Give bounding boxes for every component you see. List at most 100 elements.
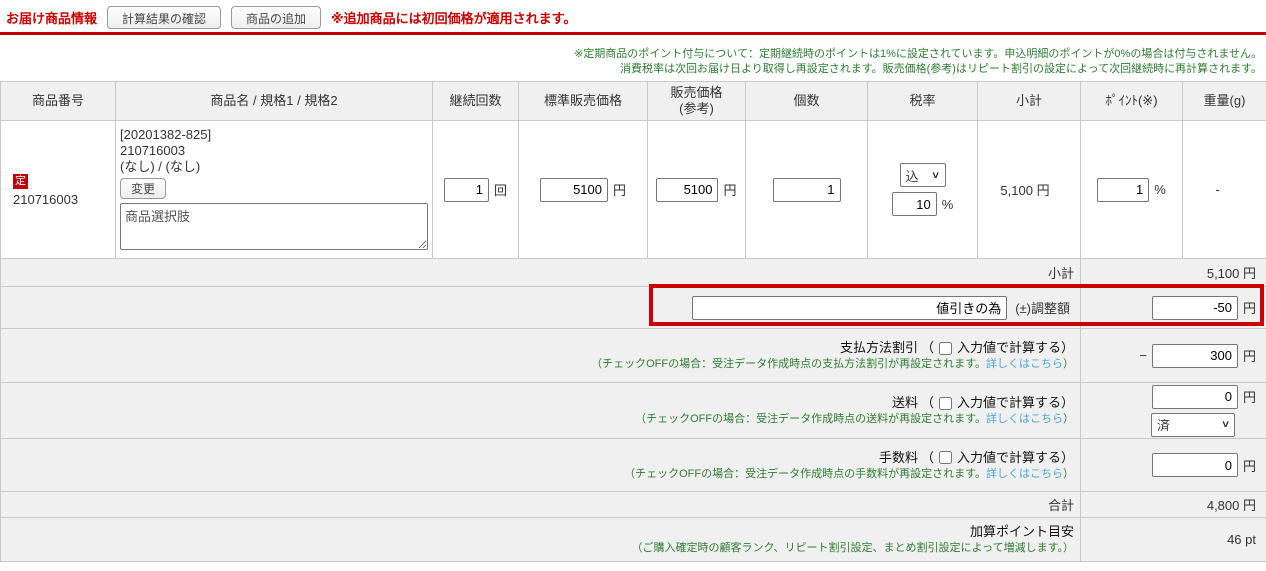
points-label-cell: 加算ポイント目安 （ご購入確定時の顧客ランク、リピート割引設定、まとめ割引設定に… [0,517,1081,562]
points-label: 加算ポイント目安 [969,524,1074,539]
product-name-cell: [20201382-825] 210716003 (なし) / (なし) 変更 … [115,120,433,259]
continue-unit: 回 [493,183,507,198]
shipping-help-link[interactable]: 詳しくはこちら [986,413,1063,425]
yen-label: 円 [612,183,626,198]
fee-label-cell: 手数料 （ 入力値で計算する） （チェックOFFの場合：受注データ作成時点の手数… [0,438,1081,492]
product-number: 210716003 [13,192,79,207]
col-continue-count: 継続回数 [432,81,519,121]
paren: （ [920,395,934,410]
chevron-down-icon: ∨ [1220,419,1231,430]
note-line-1: ※定期商品のポイント付与について：定期継続時のポイントは1%に設定されています。… [574,48,1262,60]
total-value: 4,800 円 [1080,491,1266,518]
col-quantity: 個数 [745,81,868,121]
sale-price-input[interactable] [656,177,719,202]
total-row: 合計 4,800 円 [0,491,1266,518]
fee-help-link[interactable]: 詳しくはこちら [986,468,1063,480]
shipping-value-cell: 円 済∨ [1080,382,1266,439]
shipping-note: （チェックOFFの場合：受注データ作成時点の送料が再設定されます。 [635,413,986,425]
fee-value-cell: 円 [1080,438,1266,492]
tax-rate-input[interactable] [891,192,937,216]
continue-count-cell: 回 [432,120,519,259]
shipping-label-cell: 送料 （ 入力値で計算する） （チェックOFFの場合：受注データ作成時点の送料が… [0,382,1081,439]
product-row: 定 210716003 [20201382-825] 210716003 (なし… [0,120,1266,259]
payment-discount-label-cell: 支払方法割引 （ 入力値で計算する） （チェックOFFの場合：受注データ作成時点… [0,328,1081,383]
col-standard-price: 標準販売価格 [518,81,648,121]
fee-label: 手数料 [878,449,918,465]
line-subtotal: 5,100 円 [977,120,1081,259]
policy-notes: ※定期商品のポイント付与について：定期継続時のポイントは1%に設定されています。… [0,47,1266,77]
yen-label: 円 [1242,349,1256,364]
col-subtotal: 小計 [977,81,1081,121]
minus-sign: − [1139,348,1147,363]
subtotal-value: 5,100 円 [1080,258,1266,287]
quantity-input[interactable] [772,177,841,202]
product-number-cell: 定 210716003 [0,120,116,259]
point-input[interactable] [1097,177,1150,202]
fee-row: 手数料 （ 入力値で計算する） （チェックOFFの場合：受注データ作成時点の手数… [0,438,1266,492]
tax-rate-cell: 込∨ % [867,120,978,259]
product-specs: (なし) / (なし) [120,159,201,174]
checkbox-text: 入力値で計算する） [956,449,1074,465]
product-name: 210716003 [120,143,186,158]
paren: （ [920,340,934,355]
yen-label: 円 [1242,301,1256,316]
payment-discount-input[interactable] [1151,343,1238,368]
tax-include-select[interactable]: 込 ∨ [899,163,946,187]
adjustment-value-cell: 円 [1080,286,1266,329]
points-row: 加算ポイント目安 （ご購入確定時の顧客ランク、リピート割引設定、まとめ割引設定に… [0,517,1266,562]
adjustment-row: (±)調整額 円 [0,286,1266,329]
change-product-button[interactable]: 変更 [120,178,167,199]
subtotal-label: 小計 [0,258,1081,287]
standard-price-cell: 円 [518,120,648,259]
section-title: お届け商品情報 [6,10,98,26]
continue-count-input[interactable] [443,177,489,202]
yen-label: 円 [723,183,737,198]
total-label: 合計 [0,491,1081,518]
product-bracket-code: [20201382-825] [120,127,212,142]
chevron-down-icon: ∨ [931,169,941,181]
shipping-amount-input[interactable] [1151,384,1238,409]
adjustment-amount-input[interactable] [1151,295,1238,320]
note-line-2: 消費税率は次回お届け日より取得し再設定されます。販売価格(参考)はリピート割引の… [619,63,1262,75]
yen-label: 円 [1242,390,1256,405]
col-weight: 重量(g) [1182,81,1266,121]
checkbox-text: 入力値で計算する） [956,340,1074,355]
quantity-cell [745,120,868,259]
product-option-textarea[interactable]: 商品選択肢 [120,203,428,250]
header-row: 商品番号 商品名 / 規格1 / 規格2 継続回数 標準販売価格 販売価格 (参考… [0,81,1266,121]
order-items-table: 商品番号 商品名 / 規格1 / 規格2 継続回数 標準販売価格 販売価格 (参考… [0,81,1266,562]
toolbar: お届け商品情報 計算結果の確認 商品の追加 ※追加商品には初回価格が適用されます… [0,0,1266,32]
adjustment-reason-input[interactable] [692,295,1008,320]
sale-price-cell: 円 [647,120,746,259]
fee-amount-input[interactable] [1151,453,1238,477]
points-note: （ご購入確定時の顧客ランク、リピート割引設定、まとめ割引設定によって増減します。… [631,542,1074,554]
col-tax-rate: 税率 [867,81,978,121]
tax-include-value: 込 [905,168,919,184]
col-sale-price: 販売価格 (参考) [647,81,746,121]
payment-discount-row: 支払方法割引 （ 入力値で計算する） （チェックOFFの場合：受注データ作成時点… [0,328,1266,383]
order-items-table-wrap: 商品番号 商品名 / 規格1 / 規格2 継続回数 標準販売価格 販売価格 (参考… [0,81,1266,562]
adjustment-label: (±)調整額 [1015,301,1070,316]
shipping-row: 送料 （ 入力値で計算する） （チェックOFFの場合：受注データ作成時点の送料が… [0,382,1266,439]
col-product-name: 商品名 / 規格1 / 規格2 [115,81,433,121]
fee-manual-checkbox[interactable] [938,451,952,464]
col-point: ﾎﾟｲﾝﾄ(※) [1080,81,1183,121]
shipping-status-select[interactable]: 済 ∨ [1151,412,1235,437]
check-calculation-button[interactable]: 計算結果の確認 [107,5,222,29]
shipping-manual-checkbox[interactable] [938,396,952,410]
standard-price-input[interactable] [539,177,608,202]
subscription-badge: 定 [13,174,28,189]
add-product-button[interactable]: 商品の追加 [231,5,322,29]
initial-price-warning: ※追加商品には初回価格が適用されます。 [331,10,577,26]
shipping-label: 送料 [891,395,918,410]
yen-label: 円 [1242,458,1256,474]
payment-discount-help-link[interactable]: 詳しくはこちら [986,358,1063,370]
col-product-number: 商品番号 [0,81,116,121]
point-cell: % [1080,120,1183,259]
red-divider [0,32,1266,35]
payment-discount-label: 支払方法割引 [839,340,918,355]
adjustment-label-cell: (±)調整額 [0,286,1081,329]
payment-discount-note: （チェックOFFの場合：受注データ作成時点の支払方法割引が再設定されます。 [591,358,986,370]
shipping-status-value: 済 [1157,418,1171,433]
payment-discount-manual-checkbox[interactable] [938,341,952,355]
